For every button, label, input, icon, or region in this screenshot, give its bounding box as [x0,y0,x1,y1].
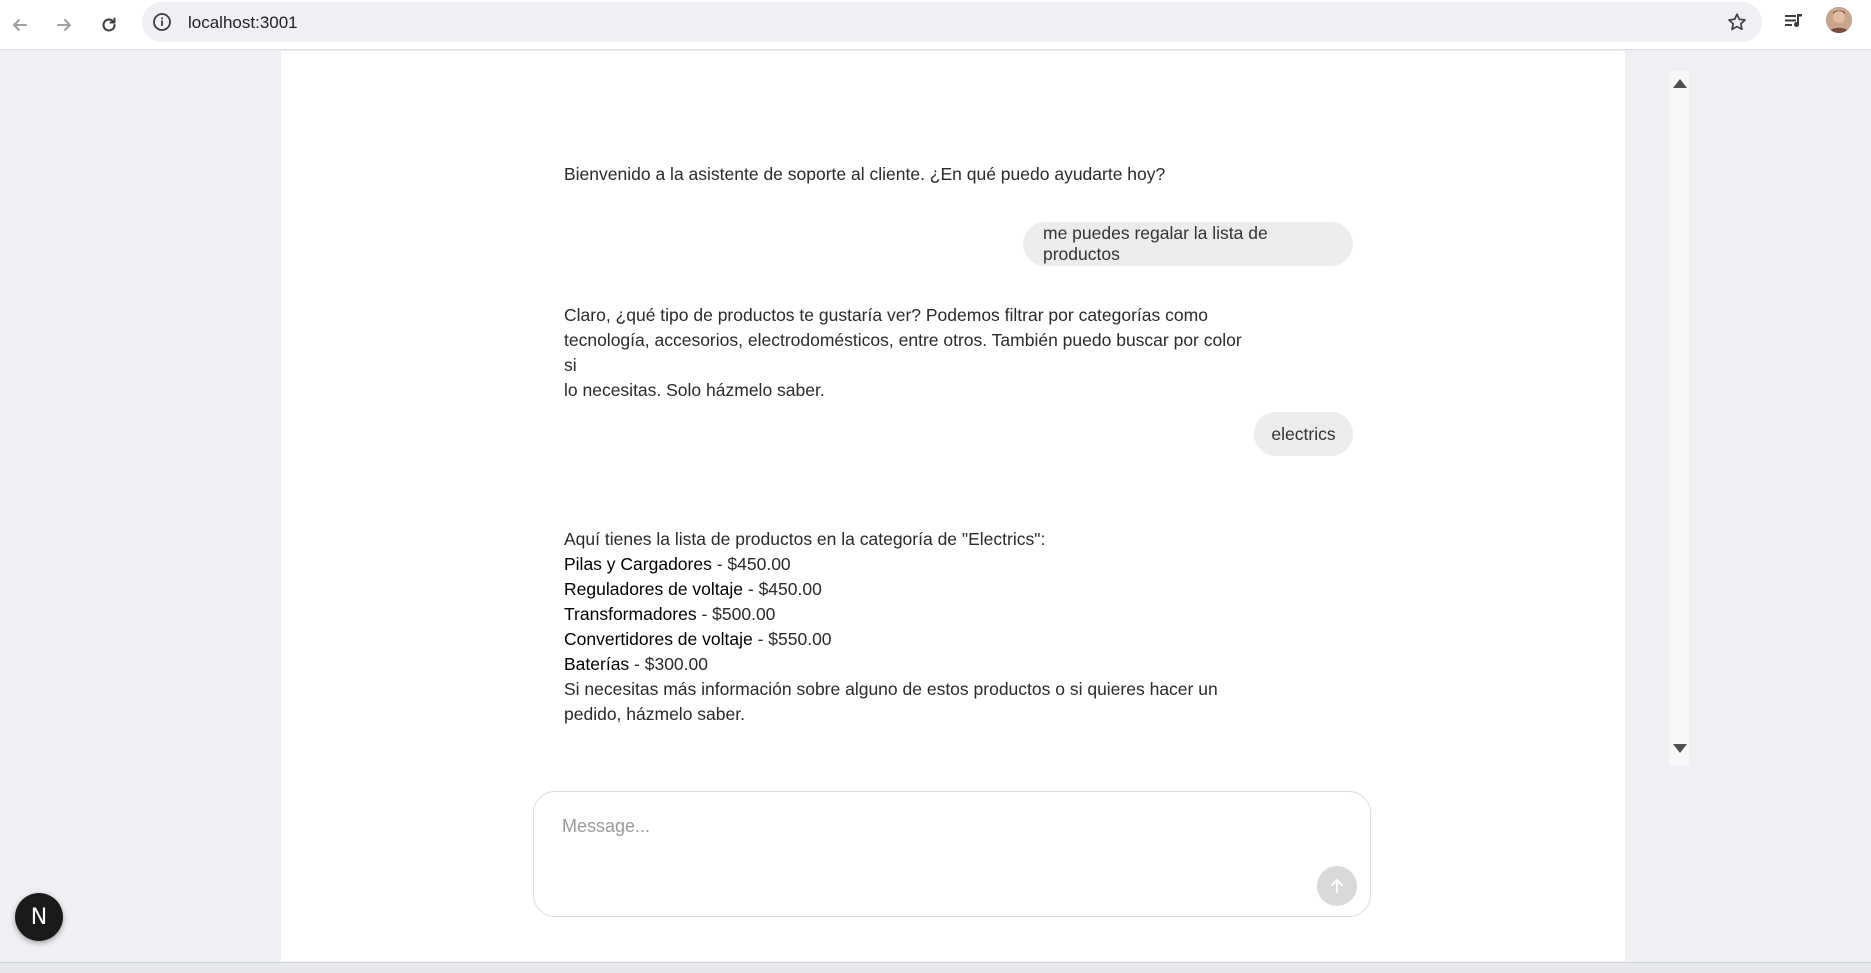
product-price: - $500.00 [696,604,776,624]
message-intro: Aquí tienes la lista de productos en la … [564,529,1046,549]
product-item: Transformadores - $500.00 [564,602,1244,627]
product-price: - $450.00 [711,554,791,574]
message-outro: Si necesitas más información sobre algun… [564,679,1218,699]
product-name: Convertidores de voltaje [564,629,753,649]
message-text: me puedes regalar la lista de productos [1043,223,1268,264]
product-price: - $450.00 [743,579,822,599]
info-icon[interactable] [152,12,172,32]
scroll-down-icon[interactable] [1673,744,1687,753]
scroll-up-icon[interactable] [1673,79,1687,88]
address-bar[interactable]: localhost:3001 [142,2,1762,42]
product-price: - $550.00 [752,629,832,649]
message-text: Bienvenido a la asistente de soporte al … [564,164,1166,184]
reload-button[interactable] [93,9,125,41]
profile-photo-icon [1826,7,1852,33]
product-name: Baterías [564,654,630,674]
message-text: Claro, ¿qué tipo de productos te gustarí… [564,305,1208,325]
url-text[interactable]: localhost:3001 [188,13,298,33]
assistant-message: Bienvenido a la asistente de soporte al … [564,162,1184,187]
message-composer [533,791,1371,917]
back-button[interactable] [4,9,36,41]
user-message: electrics [1254,412,1353,456]
product-item: Reguladores de voltaje - $450.00 [564,577,1244,602]
dev-badge-label: N [30,904,48,930]
assistant-message: Claro, ¿qué tipo de productos te gustarí… [564,303,1244,403]
product-item: Pilas y Cargadores - $450.00 [564,552,1244,577]
product-item: Baterías - $300.00 [564,652,1244,677]
media-control-icon[interactable] [1782,9,1806,33]
arrow-right-icon [57,19,71,31]
nextjs-dev-badge[interactable]: N [15,893,63,941]
scrollbar[interactable] [1669,71,1689,766]
message-text: lo necesitas. Solo házmelo saber. [564,380,825,400]
forward-button[interactable] [48,9,80,41]
message-text: electrics [1271,423,1336,444]
arrow-left-icon [13,19,27,31]
avatar[interactable] [1826,7,1852,33]
message-outro: pedido, házmelo saber. [564,704,745,724]
user-message: me puedes regalar la lista de productos [1023,222,1353,266]
assistant-message: Aquí tienes la lista de productos en la … [564,527,1244,727]
message-input[interactable] [560,814,1324,858]
reload-icon [102,17,116,32]
product-item: Convertidores de voltaje - $550.00 [564,627,1244,652]
chat-app: Bienvenido a la asistente de soporte al … [281,51,1689,961]
product-name: Transformadores [564,604,697,624]
product-name: Reguladores de voltaje [564,579,744,599]
browser-toolbar: localhost:3001 [0,0,1871,50]
arrow-up-icon [1331,879,1343,893]
product-name: Pilas y Cargadores [564,554,712,574]
star-icon[interactable] [1726,11,1748,33]
message-text: tecnología, accesorios, electrodoméstico… [564,330,1242,375]
taskbar-edge [0,962,1871,973]
send-button[interactable] [1317,866,1357,906]
product-price: - $300.00 [629,654,708,674]
